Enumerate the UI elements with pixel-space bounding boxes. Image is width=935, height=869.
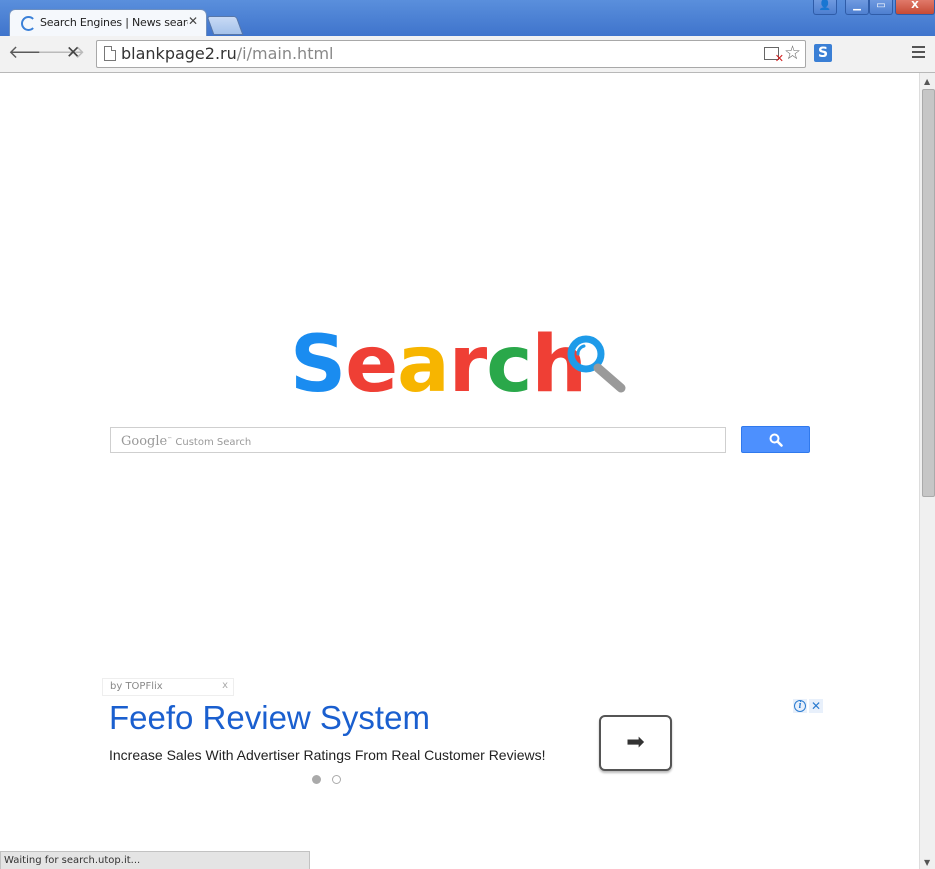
bookmark-star-icon[interactable]: ☆ xyxy=(784,42,801,64)
search-icon xyxy=(769,433,783,447)
title-bar: Search Engines | News searc ✕ 👤 ▁ ▭ X xyxy=(0,0,935,36)
ad-by-label: by TOPFlix xyxy=(110,681,163,692)
menu-icon[interactable] xyxy=(912,46,925,59)
logo-letter: e xyxy=(345,320,398,410)
logo-letter: c xyxy=(486,320,532,410)
ad-title-link[interactable]: Feefo Review System xyxy=(109,699,430,737)
status-bar: Waiting for search.utop.it... xyxy=(0,851,310,869)
ad-description[interactable]: Increase Sales With Advertiser Ratings F… xyxy=(109,747,545,763)
search-input[interactable]: Google™ Custom Search xyxy=(110,427,726,453)
search-logo: Search xyxy=(290,320,587,410)
google-label: Google xyxy=(121,434,168,449)
popup-blocked-icon[interactable] xyxy=(764,47,784,65)
stop-loading-button[interactable]: ✕ xyxy=(66,43,80,63)
url-host: blankpage2.ru xyxy=(121,44,237,63)
custom-search-label: Custom Search xyxy=(175,437,252,448)
tab-title: Search Engines | News searc xyxy=(40,16,188,29)
carousel-dot[interactable] xyxy=(332,775,341,784)
ad-go-button[interactable]: ➡ xyxy=(599,715,672,771)
scroll-up-icon[interactable]: ▲ xyxy=(924,77,930,86)
close-window-button[interactable]: X xyxy=(895,0,935,15)
tab-active[interactable]: Search Engines | News searc ✕ xyxy=(10,10,206,36)
ad-attribution: by TOPFlix x xyxy=(102,678,234,696)
ad-close-icon[interactable]: ✕ xyxy=(809,699,823,713)
vertical-scrollbar[interactable]: ▲ ▼ xyxy=(919,73,935,869)
page-icon xyxy=(104,46,116,61)
logo-letter: r xyxy=(448,320,487,410)
loading-spinner-icon xyxy=(21,16,36,31)
address-bar[interactable]: blankpage2.ru/i/main.html ☆ xyxy=(96,40,806,68)
new-tab-button[interactable] xyxy=(206,16,244,35)
browser-toolbar: 🡐 🡒 ✕ blankpage2.ru/i/main.html ☆ S xyxy=(0,36,935,73)
magnifier-logo-icon xyxy=(567,335,626,393)
logo-letter: a xyxy=(397,320,450,410)
ad-info-icon[interactable]: i xyxy=(793,699,807,713)
carousel-dot-active[interactable] xyxy=(312,775,321,784)
url-path: /i/main.html xyxy=(236,44,334,63)
extension-s-icon[interactable]: S xyxy=(814,44,832,62)
ad-attribution-close-icon[interactable]: x xyxy=(222,680,228,691)
scroll-down-icon[interactable]: ▼ xyxy=(924,858,930,867)
logo-letter: S xyxy=(290,320,346,410)
minimize-button[interactable]: ▁ xyxy=(845,0,869,15)
url-text[interactable]: blankpage2.ru/i/main.html xyxy=(121,44,334,63)
tab-close-icon[interactable]: ✕ xyxy=(188,14,198,28)
search-placeholder: Google™ Custom Search xyxy=(121,434,252,449)
scroll-thumb[interactable] xyxy=(922,89,935,497)
user-profile-button[interactable]: 👤 xyxy=(813,0,837,15)
maximize-button[interactable]: ▭ xyxy=(869,0,893,15)
search-button[interactable] xyxy=(741,426,810,453)
